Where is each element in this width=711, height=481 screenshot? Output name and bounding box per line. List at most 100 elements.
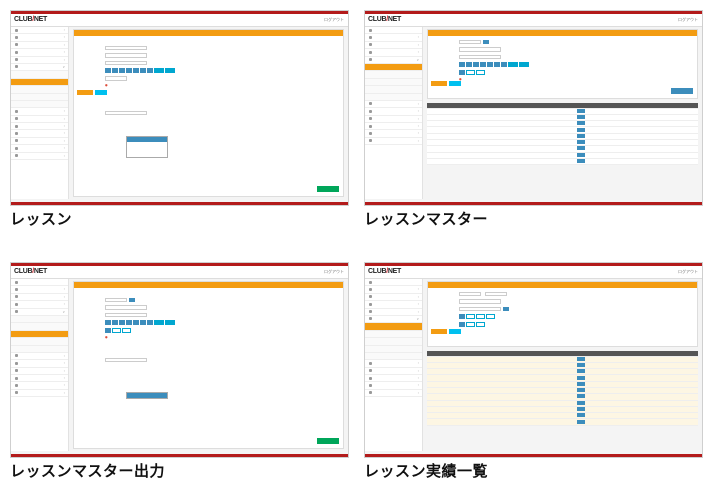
edit-button[interactable] (576, 388, 585, 393)
edit-button[interactable] (576, 369, 585, 374)
search-button[interactable] (77, 89, 93, 95)
sidebar-subitem[interactable] (11, 86, 68, 94)
edit-button[interactable] (576, 381, 585, 386)
sidebar-subitem[interactable] (365, 338, 422, 346)
clear-button[interactable] (95, 89, 107, 95)
edit-button[interactable] (576, 413, 585, 418)
sidebar-item[interactable]: ‹ (11, 49, 68, 57)
sidebar-item[interactable]: ‹ (11, 130, 68, 138)
sidebar-item[interactable]: ‹ (11, 294, 68, 302)
new-button[interactable] (671, 88, 693, 94)
sidebar-subitem[interactable] (365, 78, 422, 87)
output-button[interactable] (317, 438, 339, 444)
search-button[interactable] (431, 80, 447, 86)
sidebar-item[interactable]: ∨ (11, 64, 68, 72)
sidebar-item[interactable]: ‹ (11, 375, 68, 383)
sidebar-item[interactable]: ∨ (365, 316, 422, 324)
edit-button[interactable] (576, 362, 585, 367)
sidebar-item[interactable]: ‹ (11, 382, 68, 390)
sidebar-item[interactable] (365, 279, 422, 287)
sidebar-subitem[interactable] (365, 93, 422, 101)
sidebar-subitem[interactable] (365, 352, 422, 361)
sidebar-subitem-active[interactable] (11, 78, 68, 87)
edit-button[interactable] (576, 159, 585, 164)
sidebar-item[interactable] (365, 27, 422, 35)
sidebar-item[interactable]: ‹ (365, 382, 422, 390)
edit-button[interactable] (576, 108, 585, 113)
sidebar-item[interactable]: ∨ (11, 309, 68, 316)
sidebar-item[interactable] (11, 279, 68, 287)
sidebar-subitem[interactable] (11, 100, 68, 109)
logout-link[interactable]: ログアウト (678, 269, 698, 275)
output-button[interactable] (317, 186, 339, 192)
edit-button[interactable] (576, 133, 585, 138)
sidebar-item[interactable]: ‹ (365, 294, 422, 302)
search-button[interactable] (431, 328, 447, 334)
sidebar-item[interactable]: ‹ (365, 130, 422, 138)
sidebar-subitem-active[interactable] (365, 63, 422, 72)
edit-button[interactable] (576, 419, 585, 424)
sidebar-subitem[interactable] (11, 338, 68, 346)
sidebar-item[interactable]: › (11, 27, 68, 35)
sidebar-subitem[interactable] (11, 323, 68, 331)
logout-link[interactable]: ログアウト (324, 17, 344, 23)
edit-button[interactable] (576, 114, 585, 119)
sidebar-item[interactable]: ‹ (11, 42, 68, 50)
sidebar-item[interactable]: ‹ (365, 301, 422, 309)
sidebar-item[interactable]: ‹ (365, 34, 422, 42)
sidebar-item[interactable]: ‹ (365, 390, 422, 398)
table-row[interactable] (427, 418, 698, 426)
sidebar-item[interactable]: ‹ (11, 368, 68, 376)
sidebar-item[interactable]: ‹ (11, 116, 68, 124)
sidebar-subitem-active[interactable] (11, 330, 68, 339)
edit-button[interactable] (576, 375, 585, 380)
sidebar-subitem[interactable] (11, 315, 68, 324)
sidebar-subitem[interactable] (365, 71, 422, 79)
edit-button[interactable] (576, 152, 585, 157)
edit-button[interactable] (576, 394, 585, 399)
sidebar-item[interactable]: ‹ (365, 49, 422, 57)
sidebar-item[interactable]: ‹ (11, 108, 68, 116)
sidebar-item[interactable]: ‹ (365, 101, 422, 109)
sidebar-item[interactable]: ‹ (365, 138, 422, 146)
logout-link[interactable]: ログアウト (324, 269, 344, 275)
output-type-dropdown[interactable] (126, 392, 168, 399)
sidebar-item[interactable]: ‹ (365, 368, 422, 376)
sidebar-subitem[interactable] (11, 93, 68, 101)
sidebar-item[interactable]: ‹ (11, 301, 68, 309)
sidebar-item[interactable]: ‹ (365, 360, 422, 368)
sidebar-subitem[interactable] (365, 345, 422, 353)
edit-button[interactable] (576, 146, 585, 151)
sidebar-subitem[interactable] (11, 71, 68, 79)
sidebar-subitem[interactable] (365, 86, 422, 94)
sidebar-subitem[interactable] (365, 330, 422, 339)
sidebar-item[interactable]: ‹ (11, 390, 68, 398)
edit-button[interactable] (576, 121, 585, 126)
dropdown-option-selected[interactable] (127, 393, 167, 398)
sidebar-item[interactable]: ‹ (365, 309, 422, 316)
clear-button[interactable] (449, 80, 461, 86)
sidebar-item[interactable]: ∨ (365, 57, 422, 64)
sidebar-item[interactable]: ‹ (11, 153, 68, 161)
sidebar-item[interactable]: ‹ (365, 108, 422, 116)
clear-button[interactable] (449, 328, 461, 334)
sidebar-item[interactable]: ‹ (365, 116, 422, 124)
dropdown-option[interactable] (127, 152, 167, 157)
table-row[interactable] (427, 158, 698, 166)
sidebar-item[interactable]: ‹ (365, 286, 422, 294)
sidebar-item[interactable]: ‹ (365, 123, 422, 131)
sidebar-item[interactable]: ‹ (365, 375, 422, 383)
sidebar-subitem[interactable] (11, 345, 68, 353)
edit-button[interactable] (576, 356, 585, 361)
sidebar-item[interactable]: ‹ (365, 42, 422, 50)
sidebar-subitem-active[interactable] (365, 323, 422, 331)
sidebar-item[interactable]: ‹ (11, 123, 68, 131)
sidebar-item[interactable]: ‹ (11, 360, 68, 368)
sidebar-item[interactable]: ‹ (11, 145, 68, 153)
sidebar-item[interactable]: ‹ (11, 57, 68, 64)
edit-button[interactable] (576, 140, 585, 145)
output-type-dropdown[interactable] (126, 136, 168, 158)
logout-link[interactable]: ログアウト (678, 17, 698, 23)
sidebar-item[interactable]: ‹ (11, 138, 68, 146)
sidebar-item[interactable]: ‹ (11, 353, 68, 361)
